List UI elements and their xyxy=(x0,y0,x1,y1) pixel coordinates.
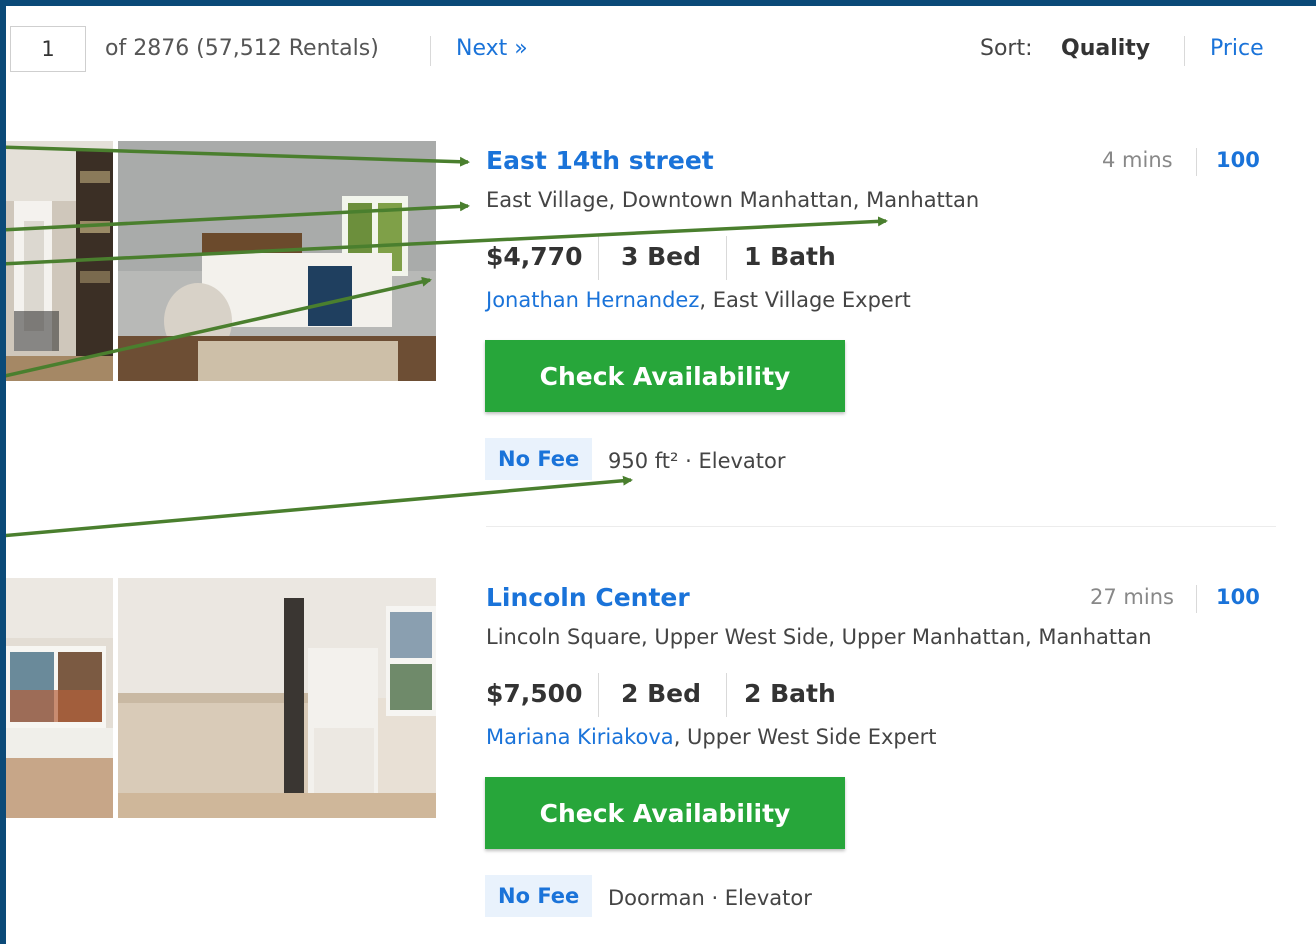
listing-specs: $7,500 2 Bed 2 Bath xyxy=(486,673,886,717)
spec-divider xyxy=(598,236,599,280)
listing-photo[interactable] xyxy=(6,141,113,381)
listing-area: East Village, Downtown Manhattan, Manhat… xyxy=(486,188,980,212)
listing-title[interactable]: East 14th street xyxy=(486,146,714,175)
spec-divider xyxy=(726,236,727,280)
commute-time: 27 mins xyxy=(1090,585,1174,609)
listing-area: Lincoln Square, Upper West Side, Upper M… xyxy=(486,625,1152,649)
listing-baths: 2 Bath xyxy=(744,679,836,708)
listing-specs: $4,770 3 Bed 1 Bath xyxy=(486,236,886,280)
listing-price: $4,770 xyxy=(486,242,583,271)
listing-beds: 3 Bed xyxy=(621,242,702,271)
spec-divider xyxy=(598,673,599,717)
listing-title[interactable]: Lincoln Center xyxy=(486,583,690,612)
no-fee-badge: No Fee xyxy=(485,875,593,917)
quality-score: 100 xyxy=(1216,585,1260,609)
listing-price: $7,500 xyxy=(486,679,583,708)
meta-divider xyxy=(1196,148,1197,176)
agent-role: , Upper West Side Expert xyxy=(673,725,937,749)
listing-photo[interactable] xyxy=(118,578,436,818)
listing-agent: Mariana Kiriakova, Upper West Side Exper… xyxy=(486,725,937,749)
agent-name-link[interactable]: Jonathan Hernandez xyxy=(486,288,699,312)
meta-divider xyxy=(1196,585,1197,613)
spec-divider xyxy=(726,673,727,717)
agent-role: , East Village Expert xyxy=(699,288,911,312)
listing-photo[interactable] xyxy=(118,141,436,381)
commute-time: 4 mins xyxy=(1102,148,1173,172)
listing-agent: Jonathan Hernandez, East Village Expert xyxy=(486,288,911,312)
check-availability-button[interactable]: Check Availability xyxy=(485,777,845,849)
quality-score: 100 xyxy=(1216,148,1260,172)
listing-beds: 2 Bed xyxy=(621,679,702,708)
agent-name-link[interactable]: Mariana Kiriakova xyxy=(486,725,674,749)
search-results-page: of 2876 (57,512 Rentals) Next » Sort: Qu… xyxy=(6,6,1316,944)
check-availability-button[interactable]: Check Availability xyxy=(485,340,845,412)
listing-features: Doorman · Elevator xyxy=(608,886,812,910)
listing-card: East 14th street 4 mins 100 East Village… xyxy=(6,6,1316,480)
listing-baths: 1 Bath xyxy=(744,242,836,271)
listing-photo[interactable] xyxy=(6,578,113,818)
listing-card: Lincoln Center 27 mins 100 Lincoln Squar… xyxy=(6,443,1316,917)
